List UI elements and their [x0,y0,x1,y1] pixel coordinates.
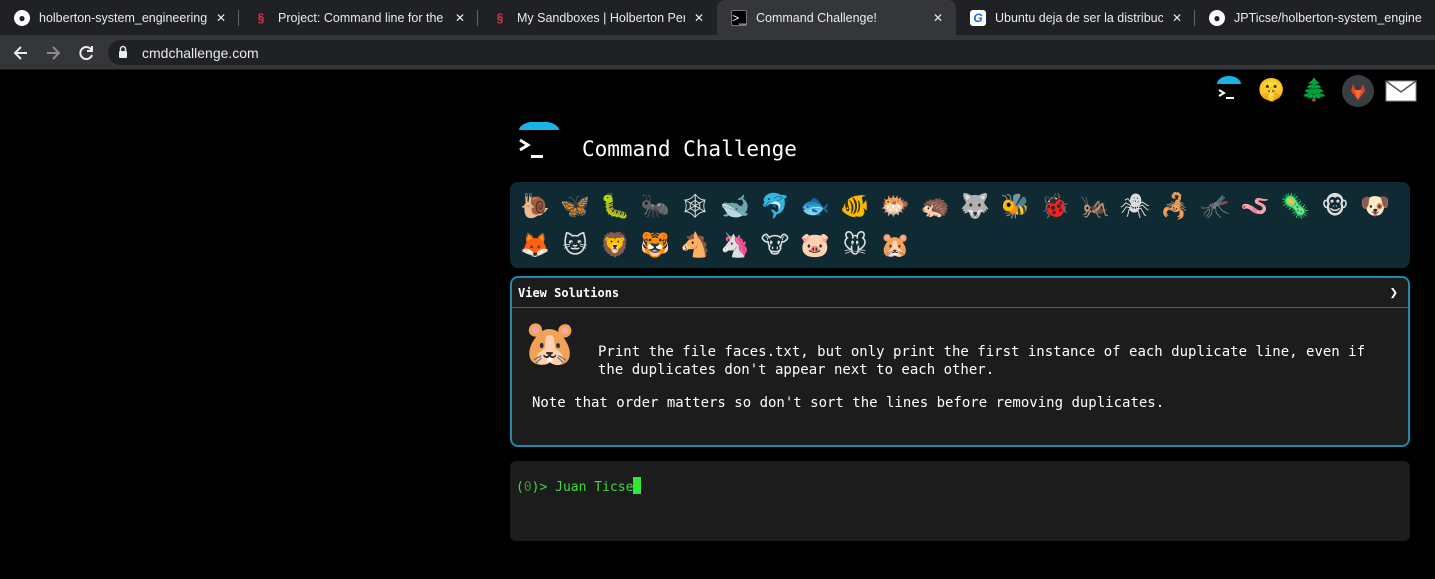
challenge-animal-icon[interactable]: 🐛 [595,186,635,225]
github-icon: ● [14,9,30,26]
close-icon[interactable]: ✕ [691,11,707,25]
holberton-icon: § [257,10,265,25]
close-icon[interactable]: ✕ [1169,11,1185,25]
prompt-open: ( [516,480,524,495]
view-solutions-label: View Solutions [518,285,620,300]
tab-command-challenge[interactable]: >_ Command Challenge! ✕ [717,0,956,35]
terminal-cursor [633,477,642,494]
challenge-animal-icon[interactable]: 🐠 [835,186,875,225]
challenge-animals-grid: 🐌 🦋 🐛 🐜 🕸 🐋 🐬 🐟 🐠 🐡 🦔 🐺 🐝 🐞 🦗 🕷 🦂 🦟 🪱 🦠 🐵 🐶 🦊 🐱 🦁 🐯 🐴 🦄 🐮 🐷 🐭 🐹 [510,182,1410,268]
challenge-animal-icon[interactable]: 🦂 [1155,186,1195,225]
gitlab-icon[interactable] [1341,74,1374,107]
challenge-animal-icon[interactable]: 🦋 [555,186,595,225]
challenge-animal-icon[interactable]: 🐌 [515,186,555,225]
command-challenge-logo-icon [516,121,562,164]
tab-title: Ubuntu deja de ser la distribució [995,10,1163,25]
close-icon[interactable]: ✕ [930,11,946,25]
challenge-animal-icon[interactable]: 🦟 [1195,186,1235,225]
challenge-animal-icon[interactable]: 🦔 [915,186,955,225]
back-arrow-icon[interactable] [10,42,32,64]
challenge-note: Note that order matters so don't sort th… [532,395,1165,411]
tree-icon[interactable]: 🌲 [1298,74,1331,107]
lock-icon [119,45,127,58]
challenge-animal-icon[interactable]: 🐝 [995,186,1035,225]
terminal-icon: >_ [731,9,747,26]
tab-title: Command Challenge! [756,10,877,25]
tab-holberton-github[interactable]: ● holberton-system_engineering-d ✕ [0,0,239,35]
challenge-animal-icon[interactable]: 🐋 [715,186,755,225]
prompt-number: 0 [523,480,532,495]
tab-holberton-project[interactable]: § Project: Command line for the wi ✕ [239,0,478,35]
challenge-description: Print the file faces.txt, but only print… [598,344,1366,378]
shushing-face-icon[interactable]: 🤫 [1255,74,1288,107]
challenge-animal-icon[interactable]: 🕷 [1115,186,1155,225]
challenge-animal-icon[interactable]: 🐶 [1355,186,1395,225]
challenge-animal-icon[interactable]: 🐷 [795,225,835,264]
tab-title: Project: Command line for the wi [278,10,446,25]
tab-title: My Sandboxes | Holberton Peru | [517,10,685,25]
forward-arrow-icon[interactable] [42,42,64,64]
genbeta-icon: G [970,9,986,26]
view-solutions-toggle[interactable]: View Solutions ❯ [512,278,1408,308]
tab-jpticse-github[interactable]: ● JPTicse/holberton-system_engine [1195,0,1434,35]
challenge-animal-icon[interactable]: 🕸 [675,186,715,225]
challenge-animal-icon[interactable]: 🦠 [1275,186,1315,225]
github-icon: ● [1209,9,1225,26]
close-icon[interactable]: ✕ [452,11,468,25]
browser-tab-strip: ● holberton-system_engineering-d ✕ § Pro… [0,0,1435,35]
challenge-animal-icon[interactable]: 🦄 [715,225,755,264]
challenge-animal-icon[interactable]: 🦁 [595,225,635,264]
url-text: cmdchallenge.com [142,45,259,61]
terminal-input-text[interactable]: Juan Ticse [555,480,633,495]
chevron-right-icon: ❯ [1389,284,1398,301]
challenge-animal-icon[interactable]: 🐬 [755,186,795,225]
challenge-animal-icon[interactable]: 🐯 [635,225,675,264]
envelope-icon[interactable] [1384,74,1417,107]
terminal-umbrella-icon[interactable] [1212,74,1245,107]
challenge-animal-icon[interactable]: 🐱 [555,225,595,264]
challenge-animal-icon[interactable]: 🐟 [795,186,835,225]
prompt-close: )> [531,480,556,495]
close-icon[interactable]: ✕ [213,11,229,25]
hamster-icon: 🐹 [522,318,578,369]
holberton-icon: § [496,10,504,25]
challenge-animal-icon[interactable]: 🐴 [675,225,715,264]
tab-ubuntu-article[interactable]: G Ubuntu deja de ser la distribució ✕ [956,0,1195,35]
address-bar: cmdchallenge.com [0,35,1435,70]
challenge-animal-icon[interactable]: 🦗 [1075,186,1115,225]
terminal-input-area[interactable]: (0)> Juan Ticse [510,461,1410,541]
challenge-animal-icon[interactable]: 🐵 [1315,186,1355,225]
tab-title: holberton-system_engineering-d [39,10,207,25]
challenge-animal-icon[interactable]: 🐺 [955,186,995,225]
challenge-animal-icon[interactable]: 🐞 [1035,186,1075,225]
tab-title: JPTicse/holberton-system_engine [1234,10,1422,25]
challenge-animal-icon[interactable]: 🐭 [835,225,875,264]
social-links: 🤫 🌲 [1212,74,1417,107]
challenge-animal-icon[interactable]: 🐮 [755,225,795,264]
challenge-animal-icon[interactable]: 🪱 [1235,186,1275,225]
challenge-panel: View Solutions ❯ 🐹 Print the file faces.… [510,276,1410,447]
reload-icon[interactable] [75,42,97,64]
challenge-animal-icon[interactable]: 🐹 [875,225,915,264]
tab-holberton-sandboxes[interactable]: § My Sandboxes | Holberton Peru | ✕ [478,0,717,35]
challenge-animal-icon[interactable]: 🦊 [515,225,555,264]
challenge-animal-icon[interactable]: 🐜 [635,186,675,225]
terminal-prompt: (0)> Juan Ticse [516,477,642,495]
challenge-animal-icon[interactable]: 🐡 [875,186,915,225]
url-field[interactable]: cmdchallenge.com [108,40,1435,65]
page-title: Command Challenge [582,137,797,161]
